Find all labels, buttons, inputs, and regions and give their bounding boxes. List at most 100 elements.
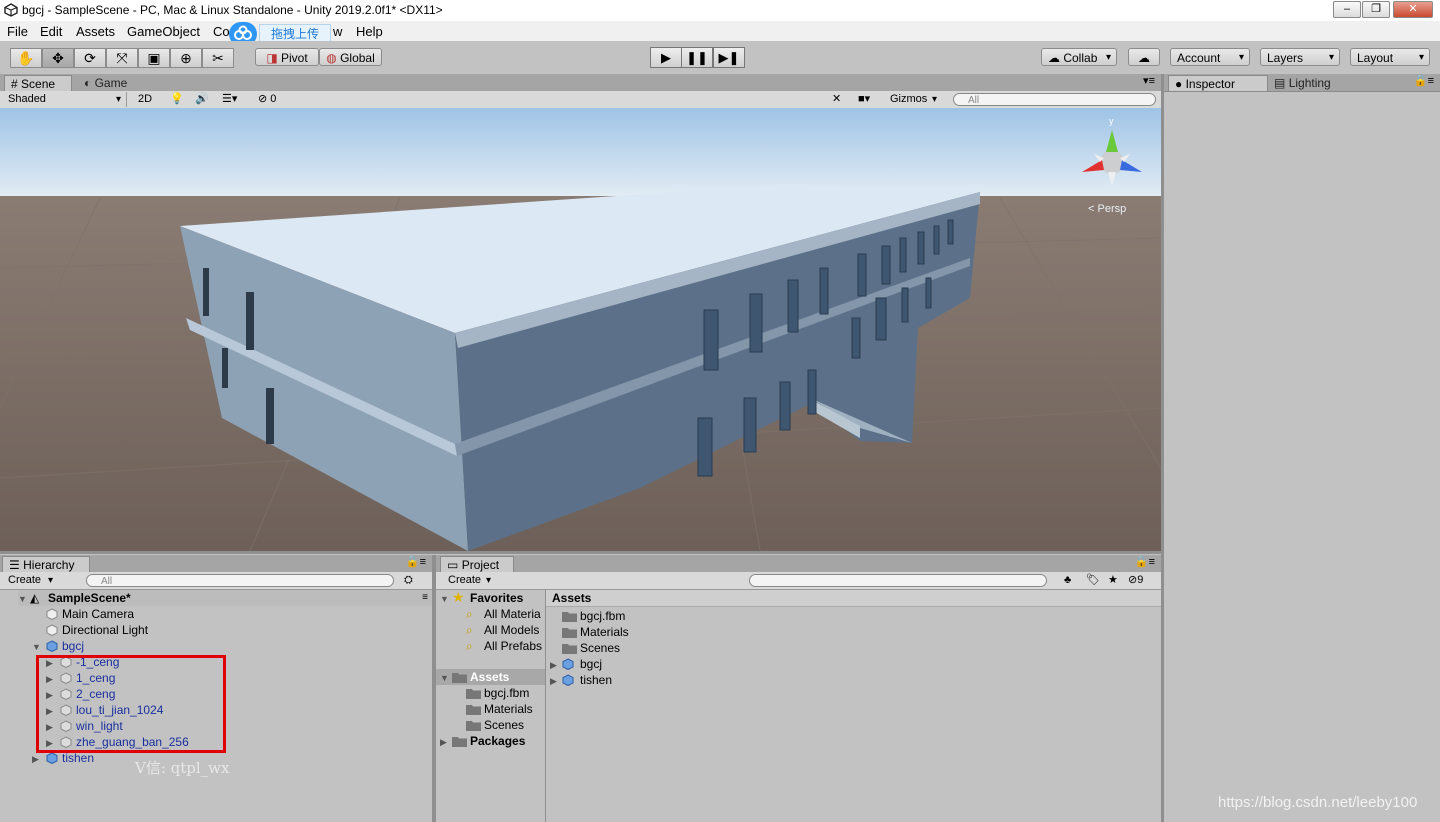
project-toolbar: Create ♣ 🏷 ★ ⊘9 <box>436 572 1161 590</box>
wechat-watermark: V信: qtpl_wx <box>135 759 230 777</box>
hierarchy-create-dropdown[interactable]: Create <box>8 573 58 588</box>
pause-button[interactable]: ❚❚ <box>681 47 713 68</box>
layers-label: Layers <box>1267 51 1304 65</box>
scene-tools-icon[interactable]: ✕ <box>832 92 841 107</box>
tab-project[interactable]: ▭ Project <box>440 556 514 572</box>
menu-window[interactable]: w <box>333 24 342 39</box>
scene-viewport[interactable]: y < Persp <box>0 108 1161 551</box>
custom-tool-icon[interactable]: ✂ <box>202 48 234 68</box>
folder-icon <box>452 673 467 683</box>
layout-dropdown[interactable]: Layout <box>1350 48 1430 67</box>
expand-arrow-icon[interactable]: ▶ <box>32 751 39 767</box>
folder-icon <box>466 721 481 731</box>
blog-watermark: https://blog.csdn.net/leeby100 <box>1218 794 1418 811</box>
rect-tool-icon[interactable]: ▣ <box>138 48 170 68</box>
tab-lighting-label: Lighting <box>1288 76 1331 90</box>
expand-arrow-icon[interactable]: ▶ <box>440 734 447 750</box>
pivot-toggle[interactable]: ◨ Pivot <box>255 48 319 66</box>
hidden-packages-button[interactable]: ⊘9 <box>1128 573 1143 588</box>
hierarchy-lock-icon[interactable]: 🔒≡ <box>406 555 426 568</box>
expand-arrow-icon[interactable]: ▼ <box>18 591 27 607</box>
effects-dropdown-icon[interactable]: ☰▾ <box>222 92 237 107</box>
panel-menu-icon[interactable]: ▾≡ <box>1143 74 1155 87</box>
move-tool-icon[interactable]: ✥ <box>42 48 74 68</box>
expand-arrow-icon[interactable]: ▶ <box>550 657 557 673</box>
filter-label-icon[interactable]: 🏷 <box>1086 573 1100 588</box>
assets-breadcrumb[interactable]: Assets <box>546 590 1161 607</box>
assets-root-row[interactable]: ▼ Assets <box>436 669 546 685</box>
list-item-label: bgcj <box>580 657 603 671</box>
project-assets-view: Assets bgcj.fbm Materials Scenes ▶ bgcj … <box>546 590 1161 822</box>
hand-tool-icon[interactable]: ✋ <box>10 48 42 68</box>
shading-mode-label: Shaded <box>8 93 46 105</box>
camera-dropdown-icon[interactable]: ■▾ <box>858 92 870 107</box>
projection-toggle[interactable]: < Persp <box>1088 203 1126 215</box>
minimize-button[interactable]: – <box>1333 1 1361 18</box>
favorite-star-icon[interactable]: ★ <box>1108 573 1118 588</box>
inspector-body <box>1164 92 1440 822</box>
inspector-tabstrip: ● Inspector ▤ Lighting 🔒≡ <box>1164 74 1440 92</box>
list-item-label: Directional Light <box>62 623 149 637</box>
prefab-cube-icon <box>46 640 58 652</box>
favorites-label: Favorites <box>470 591 524 605</box>
horizontal-divider[interactable] <box>0 551 1161 554</box>
hierarchy-tabstrip: ☰ Hierarchy 🔒≡ <box>0 555 432 573</box>
project-folder-icon: ▭ <box>447 558 459 572</box>
cloud-button[interactable]: ☁ <box>1128 48 1160 66</box>
folder-icon <box>562 612 577 622</box>
step-button[interactable]: ▶❚ <box>713 47 745 68</box>
layers-dropdown[interactable]: Layers <box>1260 48 1340 67</box>
toggle-2d-button[interactable]: 2D <box>134 92 156 107</box>
menu-edit[interactable]: Edit <box>40 24 62 39</box>
tab-lighting[interactable]: ▤ Lighting <box>1268 75 1348 91</box>
scene-visibility-icon[interactable]: ⛭ <box>404 573 413 588</box>
tab-game[interactable]: ◐ Game <box>78 75 148 91</box>
tab-inspector[interactable]: ● Inspector <box>1168 75 1268 91</box>
expand-arrow-icon[interactable]: ▼ <box>440 591 449 607</box>
hidden-packages-count: 9 <box>1137 574 1144 586</box>
close-button[interactable]: ✕ <box>1393 1 1433 18</box>
scene-search-placeholder: All <box>968 95 980 106</box>
play-button[interactable]: ▶ <box>650 47 682 68</box>
account-dropdown[interactable]: Account <box>1170 48 1250 67</box>
maximize-button[interactable]: ❐ <box>1362 1 1390 18</box>
lighting-toggle-icon[interactable]: 💡 <box>170 92 184 107</box>
project-search-input[interactable] <box>749 574 1047 587</box>
filter-type-icon[interactable]: ♣ <box>1064 573 1071 588</box>
global-toggle[interactable]: ◍ Global <box>319 48 382 66</box>
scene-render: y <box>0 108 1161 551</box>
lock-icon[interactable]: 🔒≡ <box>1414 74 1434 87</box>
project-create-dropdown[interactable]: Create <box>448 573 496 588</box>
scene-menu-icon[interactable]: ≡ <box>422 590 428 606</box>
gameobject-cube-icon <box>46 624 58 636</box>
scale-tool-icon[interactable]: ⤧ <box>106 48 138 68</box>
menu-component[interactable]: Co <box>213 24 230 39</box>
expand-arrow-icon[interactable]: ▼ <box>440 670 449 686</box>
hierarchy-search-input[interactable]: All <box>86 574 394 587</box>
gizmos-dropdown[interactable]: Gizmos <box>890 92 942 107</box>
expand-arrow-icon[interactable]: ▼ <box>32 639 41 655</box>
transform-tool-icon[interactable]: ⊕ <box>170 48 202 68</box>
audio-toggle-icon[interactable]: 🔊 <box>195 92 209 107</box>
menu-gameobject[interactable]: GameObject <box>127 24 200 39</box>
list-item-label: Materials <box>484 702 533 716</box>
menu-help[interactable]: Help <box>356 24 383 39</box>
list-item-label: Main Camera <box>62 607 135 621</box>
expand-arrow-icon[interactable]: ▶ <box>550 673 557 689</box>
rotate-tool-icon[interactable]: ⟳ <box>74 48 106 68</box>
project-lock-icon[interactable]: 🔒≡ <box>1135 555 1155 568</box>
global-label: Global <box>340 51 375 65</box>
menu-assets[interactable]: Assets <box>76 24 115 39</box>
saved-search-icon: ⌕ <box>466 639 473 653</box>
scene-root-row[interactable]: ▼ ◭ SampleScene* ≡ <box>18 590 432 606</box>
assets-breadcrumb-label: Assets <box>552 591 592 605</box>
menu-file[interactable]: File <box>7 24 28 39</box>
scene-search-input[interactable]: All <box>953 93 1156 106</box>
tab-scene[interactable]: # Scene <box>4 75 72 91</box>
project-tabstrip: ▭ Project 🔒≡ <box>436 555 1161 573</box>
tab-hierarchy[interactable]: ☰ Hierarchy <box>2 556 90 572</box>
hidden-objects-button[interactable]: ⊘ 0 <box>258 92 276 107</box>
collab-dropdown[interactable]: ☁ Collab <box>1041 48 1117 67</box>
list-item-label: bgcj.fbm <box>580 609 626 623</box>
shading-mode-dropdown[interactable]: Shaded <box>8 92 127 107</box>
